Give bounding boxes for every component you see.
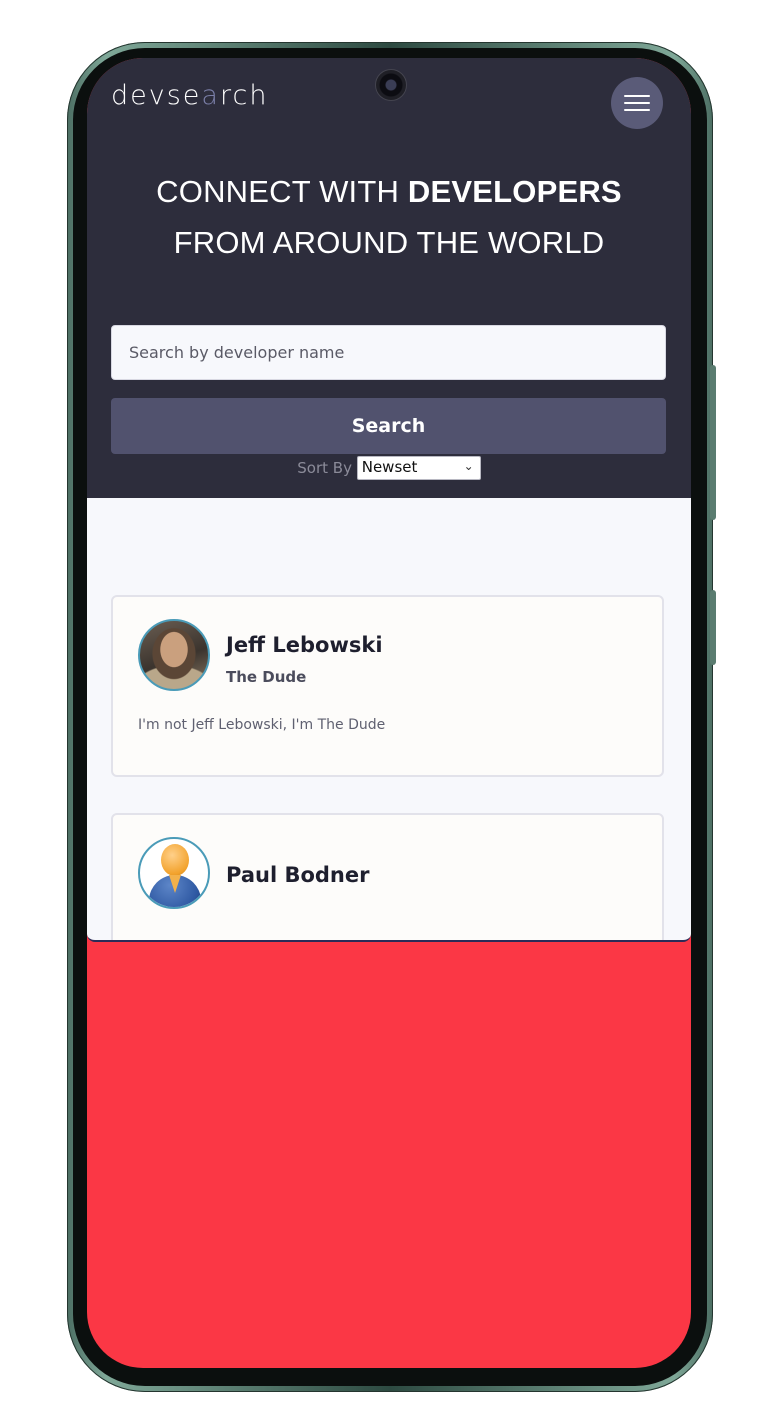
default-user-avatar-icon: [138, 837, 210, 909]
hero-title: CONNECT WITH DEVELOPERS FROM AROUND THE …: [87, 166, 691, 268]
sort-select[interactable]: Newset ⌄: [356, 456, 481, 480]
developer-tagline: The Dude: [226, 668, 307, 686]
chevron-down-icon: ⌄: [463, 459, 474, 473]
sort-selected-value: Newset: [361, 458, 418, 476]
hero-line-1-prefix: CONNECT WITH: [156, 174, 408, 209]
hamburger-menu-icon-line: [624, 102, 650, 104]
developer-card[interactable]: Paul Bodner: [111, 813, 664, 940]
search-button[interactable]: Search: [111, 398, 666, 454]
hero-line-1-bold: DEVELOPERS: [407, 174, 622, 209]
phone-screen: devsearch CONNECT WITH DEVELOPERS FROM A…: [87, 58, 691, 1368]
developer-avatar: [138, 619, 210, 691]
avatar-head-shape: [161, 844, 189, 876]
logo-search-accent: a: [201, 80, 220, 111]
sort-label: Sort By: [297, 459, 352, 477]
hamburger-menu-button[interactable]: [611, 77, 663, 129]
sort-control: Sort By Newset ⌄: [87, 456, 691, 480]
hero-line-2: FROM AROUND THE WORLD: [173, 225, 605, 260]
hero-line-1: CONNECT WITH DEVELOPERS: [87, 166, 691, 217]
front-camera: [375, 69, 407, 101]
logo-text-prefix: devse: [111, 80, 202, 111]
search-input[interactable]: [111, 325, 666, 380]
devsearch-logo[interactable]: devsearch: [111, 80, 268, 111]
hamburger-menu-icon-line: [624, 109, 650, 111]
hamburger-menu-icon: [624, 95, 650, 97]
developer-name[interactable]: Paul Bodner: [226, 863, 369, 887]
developer-list: Jeff Lebowski The Dude I'm not Jeff Lebo…: [87, 498, 691, 942]
developer-bio: I'm not Jeff Lebowski, I'm The Dude: [138, 717, 386, 733]
site-header: devsearch CONNECT WITH DEVELOPERS FROM A…: [87, 58, 691, 498]
developer-name[interactable]: Jeff Lebowski: [226, 633, 383, 657]
phone-volume-button: [710, 365, 716, 520]
developer-card[interactable]: Jeff Lebowski The Dude I'm not Jeff Lebo…: [111, 595, 664, 777]
logo-text-suffix: rch: [219, 80, 269, 111]
phone-power-button: [710, 590, 716, 665]
